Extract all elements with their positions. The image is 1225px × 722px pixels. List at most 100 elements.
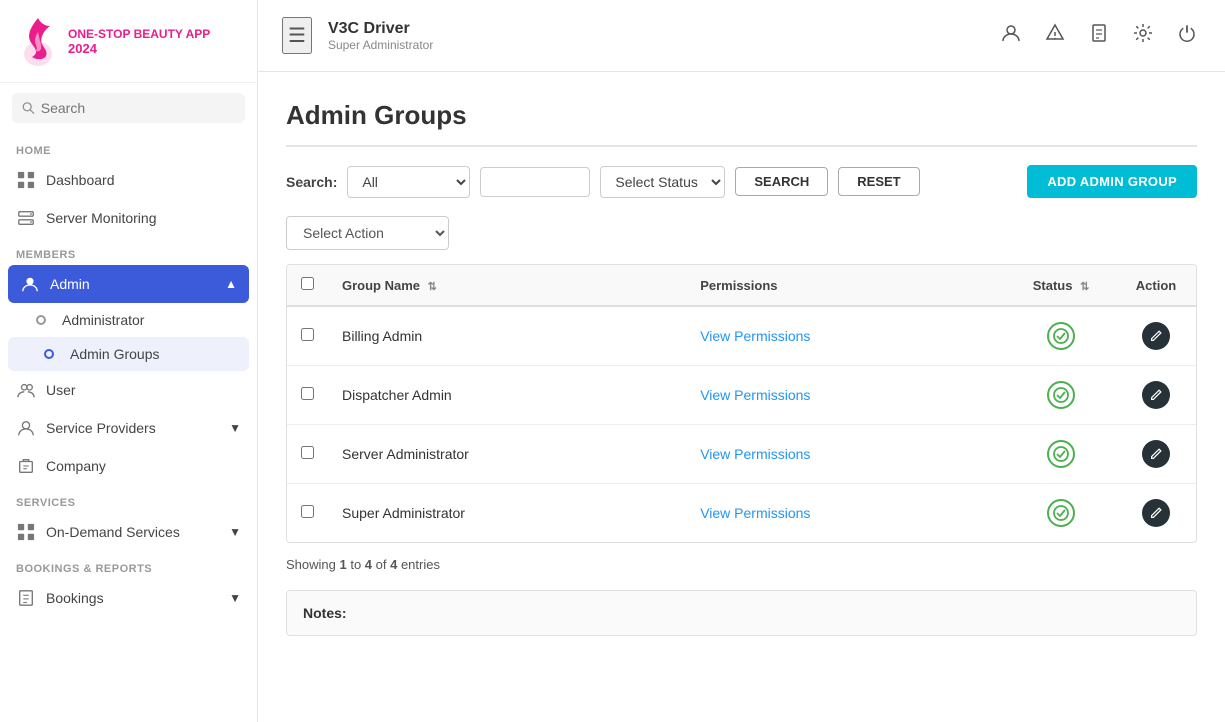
search-status-select[interactable]: Select Status Active Inactive [600,166,725,198]
administrator-dot-icon [36,315,46,325]
view-permissions-link[interactable]: View Permissions [700,505,810,521]
search-filter-select[interactable]: All Group Name Status [347,166,470,198]
edit-button[interactable] [1142,440,1170,468]
alert-icon[interactable] [1041,19,1069,52]
row-checkbox[interactable] [301,328,314,341]
row-permissions: View Permissions [686,425,1006,484]
status-icon [1045,497,1077,529]
menu-toggle-button[interactable]: ☰ [282,17,312,54]
sidebar-item-company-label: Company [46,458,106,474]
page-total: 4 [390,557,397,572]
search-text-input[interactable] [480,167,590,197]
sidebar-item-admin-groups[interactable]: Admin Groups [8,337,249,371]
table-row: Server Administrator View Permissions [287,425,1196,484]
group-name-sort-icon: ⇅ [428,281,437,293]
sidebar-item-on-demand-services-label: On-Demand Services [46,524,180,540]
row-checkbox-cell [287,366,328,425]
table-row: Super Administrator View Permissions [287,484,1196,543]
table-header-row: Group Name ⇅ Permissions Status ⇅ Action [287,265,1196,306]
action-select[interactable]: Select Action Delete Selected [286,216,449,250]
status-check-icon [1047,381,1075,409]
view-permissions-link[interactable]: View Permissions [700,387,810,403]
table-header-checkbox [287,265,328,306]
section-label-home: HOME [0,133,257,161]
select-all-checkbox[interactable] [301,277,314,290]
search-input[interactable] [41,100,235,116]
row-permissions: View Permissions [686,366,1006,425]
sidebar-search[interactable] [12,93,245,123]
document-icon[interactable] [1085,19,1113,52]
power-icon[interactable] [1173,19,1201,52]
sidebar-item-admin-label: Admin [50,276,90,292]
row-checkbox-cell [287,306,328,366]
row-group-name: Super Administrator [328,484,686,543]
page-from: 1 [339,557,346,572]
on-demand-services-chevron-icon: ▼ [229,525,241,539]
sidebar-item-admin[interactable]: Admin ▲ [8,265,249,303]
table-header-action: Action [1116,265,1196,306]
action-bar: Select Action Delete Selected [286,216,1197,250]
notes-title: Notes: [303,605,1180,621]
row-action [1116,306,1196,366]
sidebar-item-service-providers[interactable]: Service Providers ▼ [0,409,257,447]
admin-groups-table-wrapper: Group Name ⇅ Permissions Status ⇅ Action… [286,264,1197,543]
logo-area: ONE-STOP BEAUTY APP 2024 [0,0,257,83]
logo-text-top: ONE-STOP BEAUTY APP [68,27,210,41]
reset-button[interactable]: RESET [838,167,919,196]
row-checkbox[interactable] [301,505,314,518]
search-button[interactable]: SEARCH [735,167,828,196]
sidebar-item-on-demand-services[interactable]: On-Demand Services ▼ [0,513,257,551]
company-icon [16,456,36,476]
sidebar-item-server-monitoring-label: Server Monitoring [46,210,157,226]
on-demand-services-icon [16,522,36,542]
row-action [1116,484,1196,543]
header: ☰ V3C Driver Super Administrator [258,0,1225,72]
sidebar-item-dashboard[interactable]: Dashboard [0,161,257,199]
sidebar-item-admin-groups-label: Admin Groups [70,346,159,362]
sidebar-item-bookings-label: Bookings [46,590,104,606]
table-header-status[interactable]: Status ⇅ [1006,265,1116,306]
sidebar-item-bookings[interactable]: Bookings ▼ [0,579,257,617]
logo-icon [16,14,60,68]
table-row: Dispatcher Admin View Permissions [287,366,1196,425]
dashboard-icon [16,170,36,190]
view-permissions-link[interactable]: View Permissions [700,328,810,344]
sidebar-item-user-label: User [46,382,76,398]
row-checkbox[interactable] [301,446,314,459]
admin-icon [20,274,40,294]
sidebar-item-user[interactable]: User [0,371,257,409]
sidebar-item-administrator-label: Administrator [62,312,144,328]
sidebar-item-server-monitoring[interactable]: Server Monitoring [0,199,257,237]
add-admin-group-button[interactable]: ADD ADMIN GROUP [1027,165,1197,198]
header-icons [997,19,1201,52]
service-providers-chevron-icon: ▼ [229,421,241,435]
table-header-group-name[interactable]: Group Name ⇅ [328,265,686,306]
edit-button[interactable] [1142,499,1170,527]
settings-icon[interactable] [1129,19,1157,52]
sidebar-item-company[interactable]: Company [0,447,257,485]
server-monitoring-icon [16,208,36,228]
row-status [1006,366,1116,425]
admin-groups-dot-icon [44,349,54,359]
search-bar: Search: All Group Name Status Select Sta… [286,165,1197,198]
profile-icon[interactable] [997,19,1025,52]
row-checkbox[interactable] [301,387,314,400]
row-status [1006,484,1116,543]
header-title: V3C Driver [328,20,981,38]
admin-groups-table: Group Name ⇅ Permissions Status ⇅ Action… [287,265,1196,542]
admin-chevron-icon: ▲ [225,277,237,291]
section-label-members: MEMBERS [0,237,257,265]
table-row: Billing Admin View Permissions [287,306,1196,366]
row-checkbox-cell [287,425,328,484]
status-icon [1045,379,1077,411]
search-label: Search: [286,174,337,190]
sidebar-item-administrator[interactable]: Administrator [0,303,257,337]
edit-button[interactable] [1142,322,1170,350]
pagination-info: Showing 1 to 4 of 4 entries [286,557,1197,572]
view-permissions-link[interactable]: View Permissions [700,446,810,462]
sidebar-item-dashboard-label: Dashboard [46,172,115,188]
edit-button[interactable] [1142,381,1170,409]
header-subtitle: Super Administrator [328,38,981,52]
notes-section: Notes: [286,590,1197,636]
row-status [1006,306,1116,366]
